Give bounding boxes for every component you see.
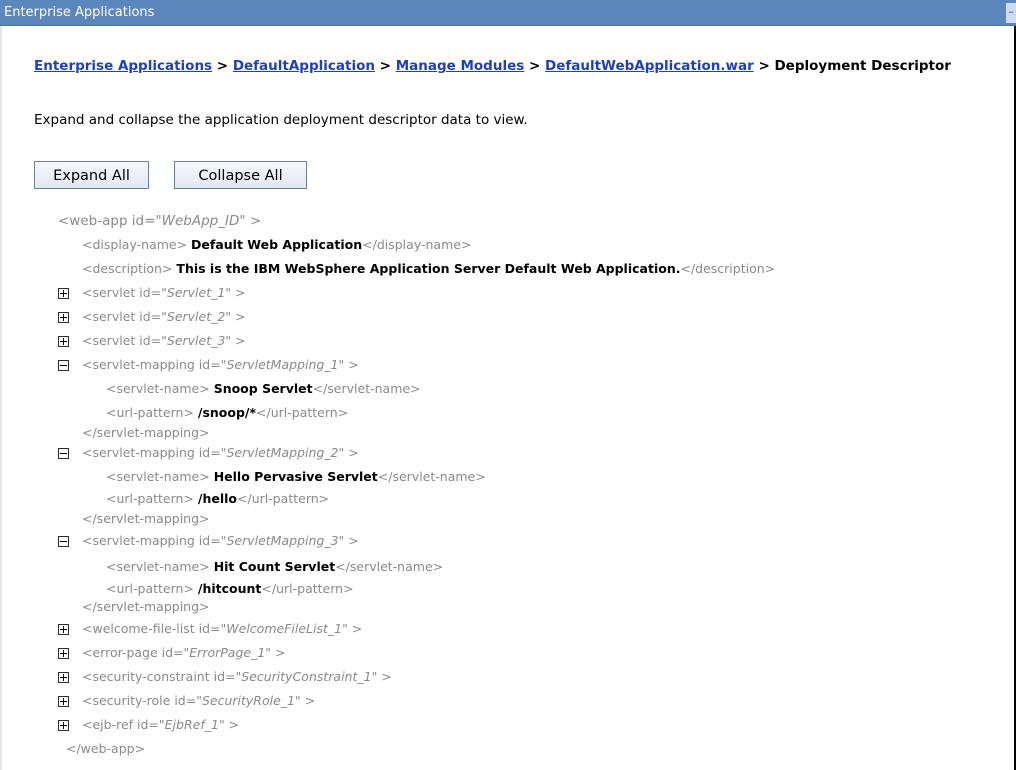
servlet-mapping-row: <servlet-mapping id="ServletMapping_1" > bbox=[82, 357, 359, 372]
breadcrumb: Enterprise Applications > DefaultApplica… bbox=[34, 55, 994, 78]
collapse-toggle-icon[interactable] bbox=[58, 536, 69, 547]
display-name-row: <display-name> Default Web Application</… bbox=[82, 237, 472, 252]
servlet-row: <servlet id="Servlet_2" > bbox=[82, 309, 246, 324]
expand-toggle-icon[interactable] bbox=[58, 624, 69, 635]
url-pattern-row: <url-pattern> /hello</url-pattern> bbox=[106, 491, 330, 506]
breadcrumb-separator: > bbox=[212, 58, 233, 74]
servlet-name-row: <servlet-name> Snoop Servlet</servlet-na… bbox=[106, 381, 421, 396]
web-app-close-tag: </web-app> bbox=[66, 741, 146, 756]
breadcrumb-separator: > bbox=[524, 58, 545, 74]
description-row: <description> This is the IBM WebSphere … bbox=[82, 261, 776, 276]
servlet-mapping-close-tag: </servlet-mapping> bbox=[82, 511, 210, 526]
expand-toggle-icon[interactable] bbox=[58, 720, 69, 731]
servlet-name-row: <servlet-name> Hit Count Servlet</servle… bbox=[106, 559, 444, 574]
servlet-mapping-close-tag: </servlet-mapping> bbox=[82, 425, 210, 440]
breadcrumb-separator: > bbox=[753, 58, 775, 74]
servlet-mapping-row: <servlet-mapping id="ServletMapping_2" > bbox=[82, 445, 359, 460]
page-description: Expand and collapse the application depl… bbox=[34, 112, 528, 128]
window-title-bar: Enterprise Applications – bbox=[0, 0, 1016, 26]
collapse-toggle-icon[interactable] bbox=[58, 448, 69, 459]
servlet-mapping-close-tag: </servlet-mapping> bbox=[82, 599, 210, 614]
breadcrumb-link-default-application[interactable]: DefaultApplication bbox=[233, 58, 375, 74]
url-pattern-row: <url-pattern> /snoop/*</url-pattern> bbox=[106, 405, 349, 420]
servlet-row: <servlet id="Servlet_3" > bbox=[82, 333, 246, 348]
window-title: Enterprise Applications bbox=[4, 5, 155, 20]
welcome-file-list-row: <welcome-file-list id="WelcomeFileList_1… bbox=[82, 621, 363, 636]
expand-toggle-icon[interactable] bbox=[58, 288, 69, 299]
servlet-row: <servlet id="Servlet_1" > bbox=[82, 285, 246, 300]
error-page-row: <error-page id="ErrorPage_1" > bbox=[82, 645, 286, 660]
expand-toggle-icon[interactable] bbox=[58, 312, 69, 323]
ejb-ref-row: <ejb-ref id="EjbRef_1" > bbox=[82, 717, 240, 732]
breadcrumb-link-enterprise-applications[interactable]: Enterprise Applications bbox=[34, 58, 212, 74]
servlet-name-row: <servlet-name> Hello Pervasive Servlet</… bbox=[106, 469, 486, 484]
expand-toggle-icon[interactable] bbox=[58, 336, 69, 347]
expand-toggle-icon[interactable] bbox=[58, 672, 69, 683]
breadcrumb-separator: > bbox=[374, 58, 396, 74]
minimize-icon[interactable]: – bbox=[1006, 3, 1016, 23]
expand-toggle-icon[interactable] bbox=[58, 648, 69, 659]
frame-border-left bbox=[0, 26, 2, 770]
security-role-row: <security-role id="SecurityRole_1" > bbox=[82, 693, 316, 708]
breadcrumb-current: Deployment Descriptor bbox=[774, 58, 951, 74]
servlet-mapping-row: <servlet-mapping id="ServletMapping_3" > bbox=[82, 533, 359, 548]
collapse-toggle-icon[interactable] bbox=[58, 360, 69, 371]
web-app-open-tag: <web-app id="WebApp_ID" > bbox=[58, 213, 262, 229]
collapse-all-button[interactable]: Collapse All bbox=[174, 161, 307, 189]
breadcrumb-link-default-web-application-war[interactable]: DefaultWebApplication.war bbox=[545, 58, 754, 74]
expand-all-button[interactable]: Expand All bbox=[34, 161, 149, 189]
breadcrumb-link-manage-modules[interactable]: Manage Modules bbox=[396, 58, 525, 74]
expand-toggle-icon[interactable] bbox=[58, 696, 69, 707]
security-constraint-row: <security-constraint id="SecurityConstra… bbox=[82, 669, 392, 684]
